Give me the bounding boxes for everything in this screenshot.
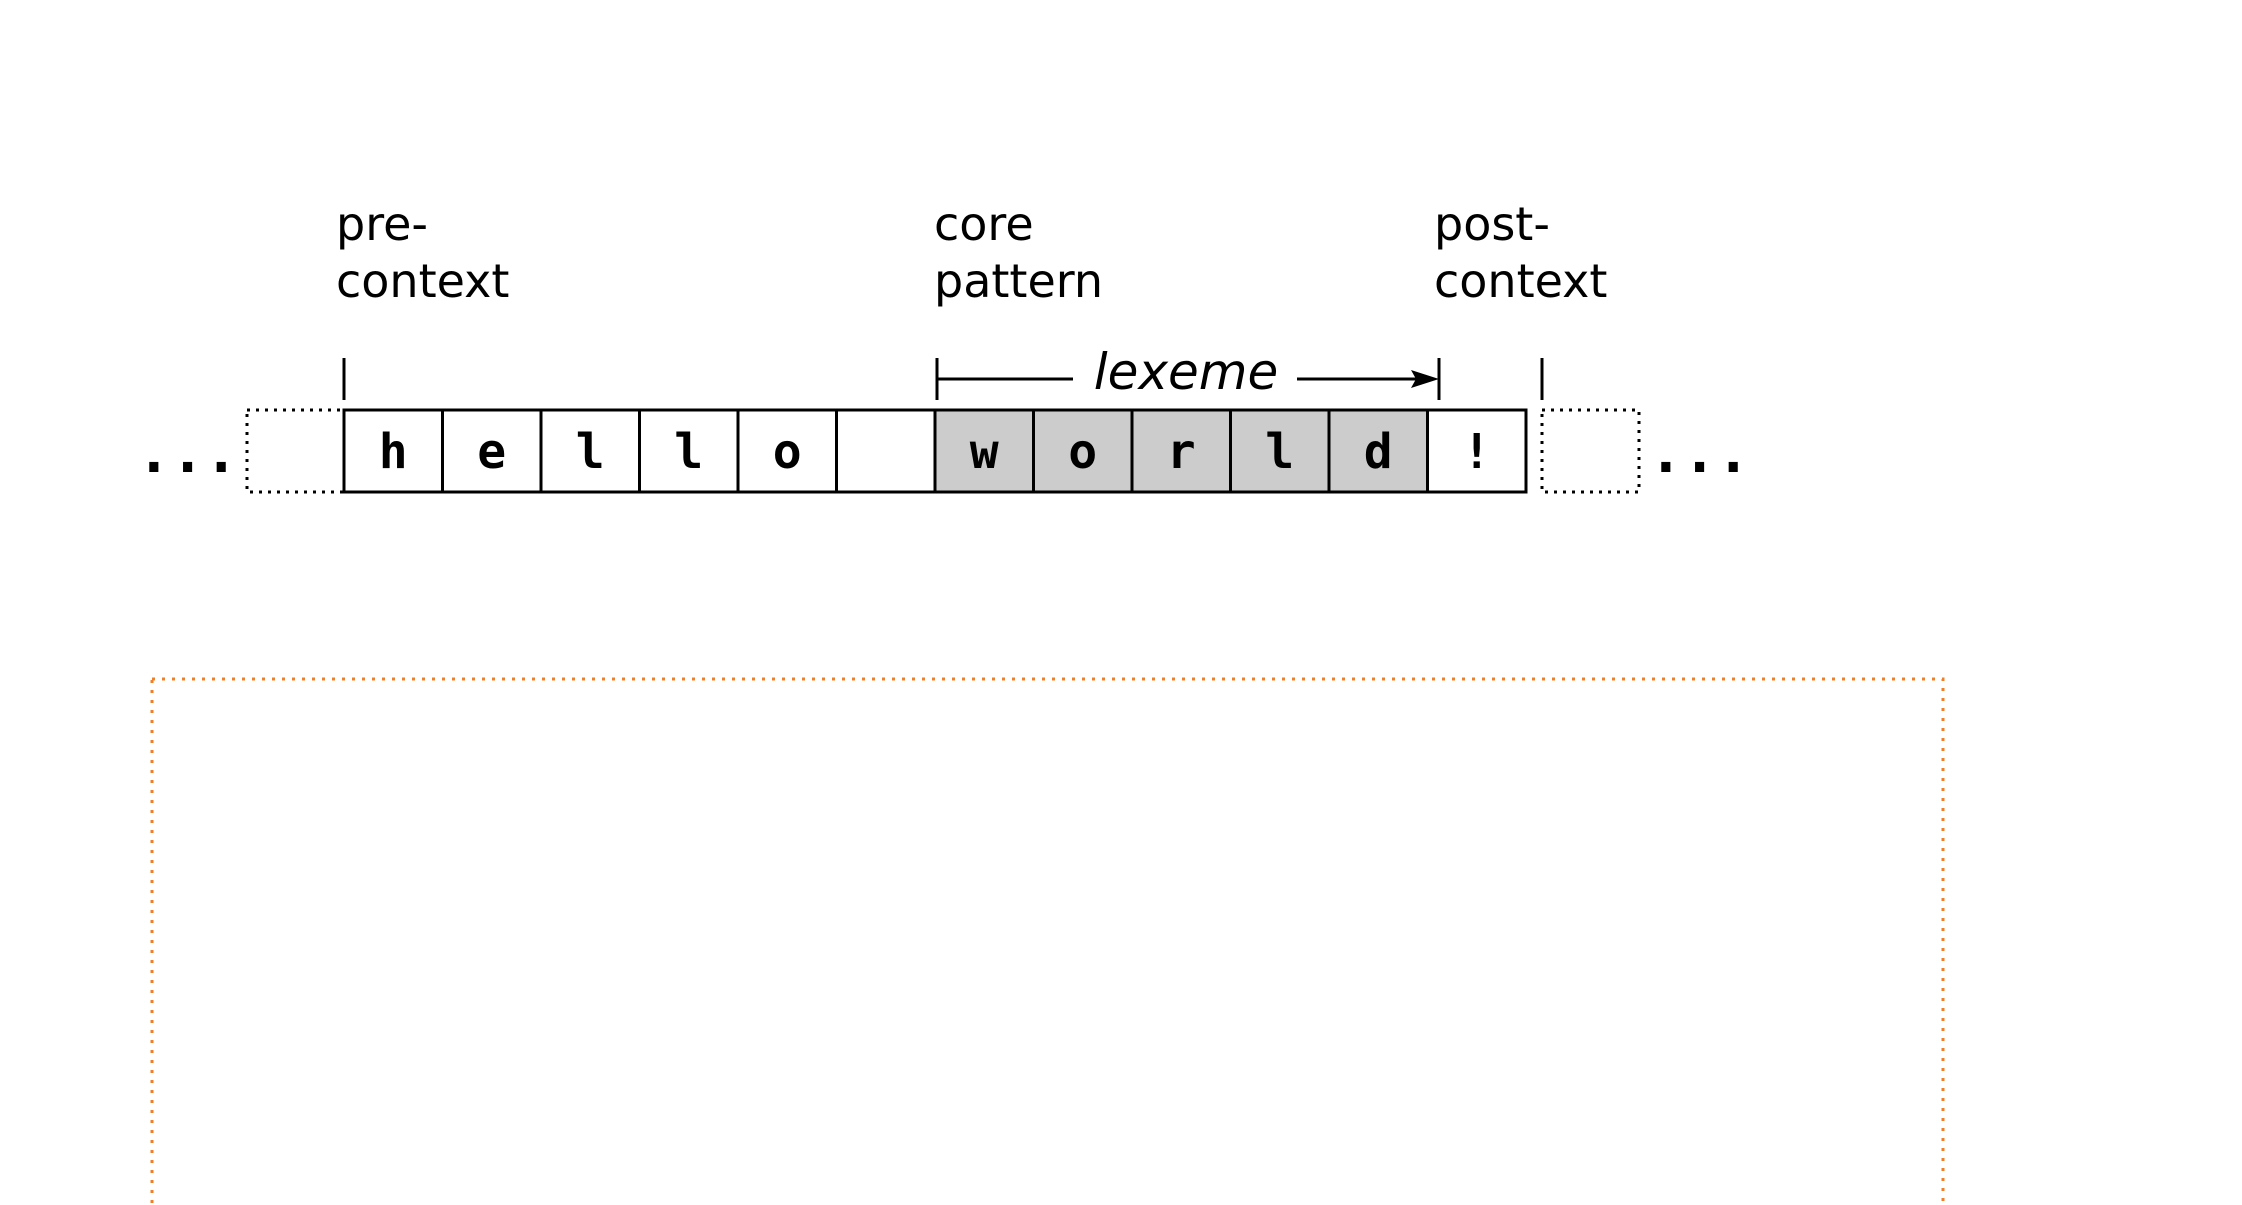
lexeme-label: lexeme	[1094, 343, 1278, 401]
cell-char: l	[576, 424, 605, 480]
placeholder-cell-left	[245, 408, 346, 494]
cell-char: d	[1364, 424, 1393, 480]
tokenization-diagram: pre- context core pattern post- context …	[137, 197, 1945, 1205]
pre-context-label-line-2: context	[336, 254, 509, 308]
post-context-label-line-2: context	[1434, 254, 1607, 308]
cell-char: e	[477, 424, 506, 480]
character-cells: h e l l o w o r l d!	[342, 408, 1528, 494]
char-cell	[835, 408, 937, 494]
cell-char: w	[970, 424, 999, 480]
ellipsis-right: ...	[1649, 421, 1750, 486]
cell-char: l	[674, 424, 703, 480]
cell-char: l	[1265, 424, 1294, 480]
cell-char: !	[1462, 424, 1491, 480]
dotted-frame	[150, 677, 1945, 1205]
pre-context-label-line-1: pre-	[336, 197, 428, 251]
cell-char: o	[1068, 424, 1097, 480]
post-context-label: post- context	[1434, 197, 1607, 308]
core-pattern-label-line-1: core	[934, 197, 1034, 251]
cell-char: h	[379, 424, 408, 480]
placeholder-cell-right	[1540, 408, 1641, 494]
core-pattern-label-line-2: pattern	[934, 254, 1103, 308]
pre-context-label: pre- context	[336, 197, 509, 308]
core-pattern-label: core pattern	[934, 197, 1103, 308]
ellipsis-left: ...	[137, 421, 238, 486]
cell-char: o	[773, 424, 802, 480]
cell-char: r	[1167, 424, 1196, 480]
post-context-label-line-1: post-	[1434, 197, 1550, 251]
